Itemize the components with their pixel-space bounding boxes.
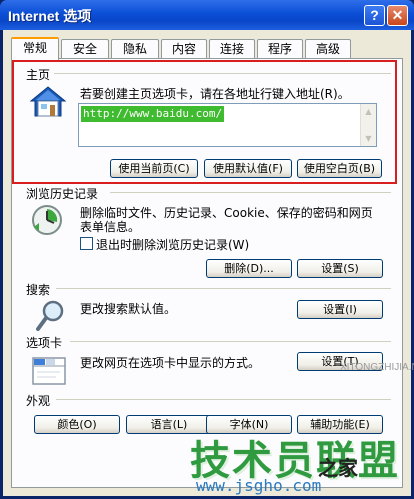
history-clock-icon <box>30 203 64 240</box>
tab-programs[interactable]: 程序 <box>257 39 303 59</box>
search-group-label: 搜索 <box>26 281 55 298</box>
delete-history-button[interactable]: 删除(D)... <box>206 259 292 278</box>
search-group-line <box>56 288 391 289</box>
tab-content[interactable]: 内容 <box>161 39 207 59</box>
search-description: 更改搜索默认值。 <box>80 302 177 316</box>
tab-advanced[interactable]: 高级 <box>305 39 351 59</box>
tabs-description: 更改网页在选项卡中显示的方式。 <box>80 356 261 370</box>
tab-general[interactable]: 常规 <box>11 37 59 60</box>
history-group-line <box>110 192 391 193</box>
faint-watermark: XITONGZHIJIA.NET <box>340 362 414 373</box>
title-bar[interactable]: Internet 选项 ? ✕ <box>0 0 414 30</box>
site-watermark-suffix: 之家 <box>318 456 358 480</box>
history-group-label: 浏览历史记录 <box>26 185 103 202</box>
delete-on-exit-label: 退出时删除浏览历史记录(W) <box>96 238 250 252</box>
search-settings-button[interactable]: 设置(I) <box>297 300 383 319</box>
internet-options-window: Internet 选项 ? ✕ 常规 安全 隐私 内容 连接 程序 高级 主页 … <box>0 0 414 499</box>
magnifier-icon <box>36 300 66 335</box>
history-settings-button[interactable]: 设置(S) <box>297 259 383 278</box>
window-title: Internet 选项 <box>8 8 92 24</box>
tab-security[interactable]: 安全 <box>61 39 109 59</box>
appearance-group-line <box>56 399 391 400</box>
colors-button[interactable]: 颜色(O) <box>34 415 120 434</box>
help-button[interactable]: ? <box>364 5 385 26</box>
tab-privacy[interactable]: 隐私 <box>111 39 159 59</box>
tabs-group-label: 选项卡 <box>26 334 67 351</box>
history-description-line2: 表单信息。 <box>80 220 141 234</box>
tab-connections[interactable]: 连接 <box>209 39 255 59</box>
site-watermark-url: www.jsgho.com <box>196 476 322 495</box>
delete-on-exit-checkbox[interactable] <box>80 237 93 250</box>
tabs-group-line <box>70 341 391 342</box>
tabs-window-icon <box>32 355 66 388</box>
appearance-group-label: 外观 <box>26 392 55 409</box>
homepage-highlight-box <box>12 60 397 184</box>
close-button[interactable]: ✕ <box>387 5 408 26</box>
